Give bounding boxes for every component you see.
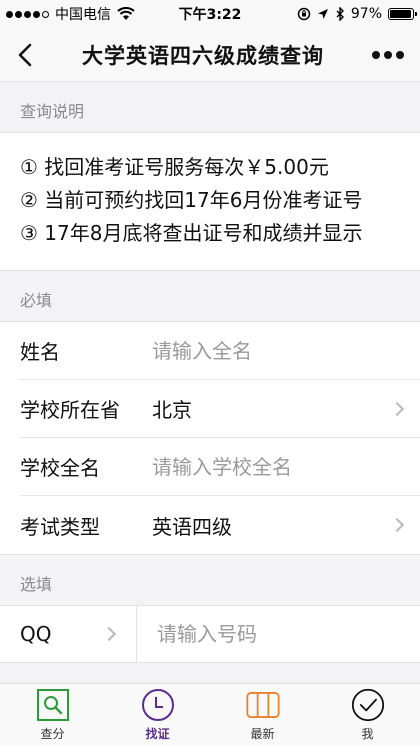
page-title: 大学英语四六级成绩查询	[82, 43, 324, 68]
notice-line: ① 找回准考证号服务每次￥5.00元	[20, 155, 329, 179]
battery-percent: 97%	[350, 6, 382, 22]
exam-type-row[interactable]: 考试类型 英语四级	[20, 496, 420, 554]
qq-row: QQ	[0, 605, 420, 663]
tab-find-id[interactable]: 找证	[105, 684, 210, 746]
tab-me[interactable]: 我	[315, 684, 420, 746]
search-icon	[36, 688, 70, 722]
battery-icon	[388, 8, 417, 20]
chevron-left-icon	[18, 43, 32, 66]
required-form: 姓名 学校所在省 北京 学校全名 考试类型 英语四级	[0, 321, 420, 555]
notice-line: ② 当前可预约找回17年6月份准考证号	[20, 188, 363, 212]
school-label: 学校全名	[20, 456, 100, 480]
name-row: 姓名	[20, 322, 420, 380]
carrier-label: 中国电信	[55, 7, 111, 23]
province-value[interactable]: 北京	[152, 394, 392, 423]
tab-label: 最新	[250, 727, 275, 741]
notice-box: ① 找回准考证号服务每次￥5.00元 ② 当前可预约找回17年6月份准考证号 ③…	[0, 132, 420, 271]
status-bar: 中国电信 下午3:22 97%	[0, 0, 420, 28]
qq-input[interactable]	[137, 622, 420, 646]
chevron-right-icon	[389, 401, 405, 416]
orientation-lock-icon	[297, 7, 311, 21]
back-button[interactable]	[10, 35, 40, 75]
name-input[interactable]	[152, 338, 406, 363]
contact-type-label: QQ	[20, 622, 52, 646]
exam-type-label: 考试类型	[20, 514, 100, 539]
clock-icon	[141, 688, 175, 722]
chevron-right-icon	[101, 626, 117, 642]
name-label: 姓名	[20, 340, 60, 364]
province-row[interactable]: 学校所在省 北京	[20, 380, 420, 438]
exam-type-value[interactable]: 英语四级	[152, 511, 392, 540]
check-circle-icon	[351, 688, 385, 722]
school-row: 学校全名	[20, 438, 420, 496]
province-label: 学校所在省	[20, 398, 120, 422]
tab-latest[interactable]: 最新	[210, 684, 315, 746]
battery-fill	[390, 10, 412, 18]
wifi-icon	[117, 7, 135, 20]
notice-section-header: 查询说明	[20, 102, 85, 121]
more-button[interactable]	[366, 50, 410, 59]
navigation-bar: 大学英语四六级成绩查询	[0, 28, 420, 82]
chevron-right-icon	[389, 517, 405, 533]
required-section-header: 必填	[20, 291, 53, 310]
tab-score[interactable]: 查分	[0, 684, 105, 746]
more-dots-icon	[372, 50, 380, 59]
tab-bar: 查分 找证 最新 我	[0, 683, 420, 746]
location-icon	[317, 9, 328, 19]
contact-type-selector[interactable]: QQ	[0, 606, 137, 662]
bluetooth-icon	[336, 7, 344, 21]
notice-line: ③ 17年8月底将查出证号和成绩并显示	[20, 221, 363, 245]
tab-label: 查分	[40, 727, 65, 741]
tab-label: 我	[361, 727, 374, 741]
optional-section-header: 选填	[20, 575, 53, 594]
tab-label: 找证	[145, 727, 170, 741]
status-time: 下午3:22	[178, 7, 242, 23]
school-input[interactable]	[152, 454, 406, 479]
columns-icon	[245, 688, 280, 722]
signal-strength-icon	[6, 10, 49, 18]
